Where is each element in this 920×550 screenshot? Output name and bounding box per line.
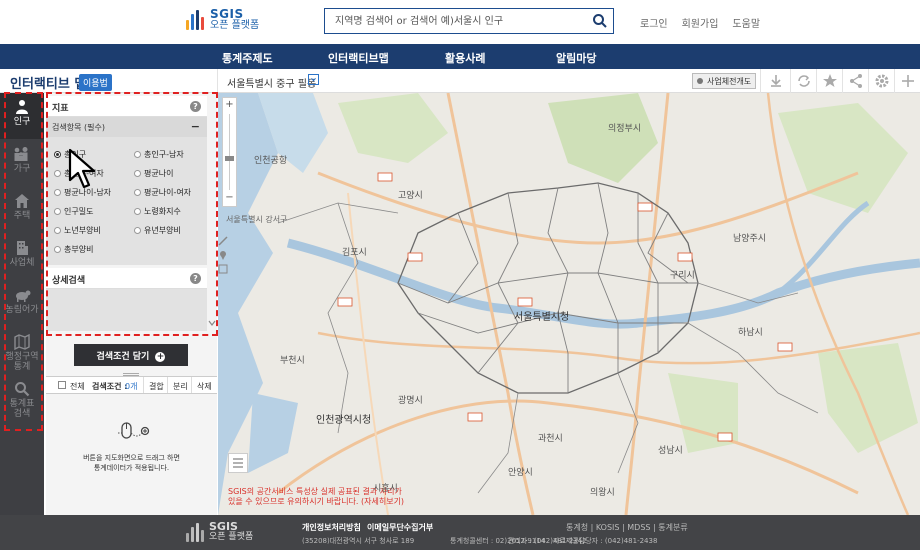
select-all-label: 전체 [70, 382, 85, 391]
place-label: 광명시 [398, 396, 423, 406]
location-label: 서울특별시 중구 필동 [227, 79, 317, 90]
empty-line-2: 통계데이터가 적용됩니다. [93, 464, 170, 472]
email-policy-link[interactable]: 이메일무단수집거부 [367, 522, 433, 533]
signup-link[interactable]: 회원가입 [682, 15, 719, 30]
highlight-box-panel [46, 92, 218, 336]
page-title: 인터랙티브 맵 [10, 77, 87, 92]
sgis-logo[interactable]: SGIS 오픈 플랫폼 [186, 7, 260, 31]
map-graphics [218, 93, 920, 515]
add-condition-label: 검색조건 담기 [96, 352, 150, 362]
footer-logo-sub: 오픈 플랫폼 [209, 532, 254, 542]
zoom-track [229, 114, 230, 190]
plus-icon: + [155, 352, 166, 362]
place-label: 시흥시 [373, 484, 398, 494]
add-condition-button[interactable]: 검색조건 담기 + [74, 344, 188, 366]
place-label: 성남시 [658, 446, 683, 456]
logo-sub-text: 오픈 플랫폼 [210, 20, 260, 31]
condition-count: 0개 [125, 382, 138, 391]
place-label: 인천공항 [254, 156, 288, 166]
place-label: 과천시 [538, 434, 563, 444]
main-nav: 통계주제도 인터랙티브맵 활용사례 알림마당 [0, 44, 920, 69]
top-header: SGIS 오픈 플랫폼 로그인 회원가입 도움말 [0, 0, 920, 44]
nav-theme-map[interactable]: 통계주제도 [222, 50, 273, 66]
legend-button[interactable] [228, 453, 248, 473]
place-label: 구리시 [670, 271, 695, 281]
nav-interactive-map[interactable]: 인터랙티브맵 [328, 50, 389, 66]
business-map-label: 사업체전개도 [707, 77, 752, 86]
condition-label: 검색조건 : [92, 382, 128, 391]
shape-icon[interactable] [218, 264, 228, 274]
footer: SGIS 오픈 플랫폼 개인정보처리방침 이메일무단수집거부 (35208)대전… [0, 515, 920, 550]
place-label: 부천시 [280, 356, 305, 366]
share-icon[interactable] [846, 71, 866, 91]
footer-data-contact: 자료제공담당자 : (042)481-2438 [553, 537, 658, 545]
footer-logo-main: SGIS [209, 520, 238, 533]
zoom-out-button[interactable]: − [223, 192, 236, 203]
refresh-icon[interactable] [794, 71, 814, 91]
logo-bars-icon [186, 10, 204, 30]
search-input[interactable] [325, 9, 580, 33]
search-icon[interactable] [591, 12, 609, 30]
toggle-dot-icon [697, 78, 703, 84]
footer-address: (35208)대전광역시 서구 청사로 189 [302, 537, 415, 545]
list-icon [233, 458, 243, 468]
empty-line-1: 버튼을 지도화면으로 드래그 하면 [83, 454, 180, 462]
title-bar: 인터랙티브 맵 이용법 서울특별시 중구 필동 사업체전개도 [0, 69, 920, 93]
notice-line-2: 있을 수 있으므로 유의하시기 바랍니다. (자세히보기) [228, 497, 405, 506]
usage-guide-badge[interactable]: 이용법 [79, 74, 112, 91]
split-button[interactable]: 분리 [173, 381, 188, 392]
ruler-icon[interactable] [218, 236, 228, 246]
empty-state-text: 버튼을 지도화면으로 드래그 하면 통계데이터가 적용됩니다. [46, 453, 217, 473]
select-all-checkbox[interactable] [58, 381, 66, 389]
chevron-down-icon[interactable] [308, 74, 319, 85]
nav-notice[interactable]: 알림마당 [556, 50, 596, 66]
place-label: 서울특별시청 [514, 312, 570, 323]
download-icon[interactable] [766, 71, 786, 91]
marker-icon[interactable] [218, 250, 228, 260]
zoom-control: + − [222, 97, 237, 207]
footer-related-links[interactable]: 통계청 | KOSIS | MDSS | 통계분류 [566, 522, 688, 533]
gear-icon[interactable] [872, 71, 892, 91]
logo-bars-icon [186, 522, 204, 542]
zoom-slider-handle[interactable] [225, 156, 234, 161]
footer-logo: SGIS 오픈 플랫폼 [186, 521, 253, 543]
current-area-label: 서울특별시 강서구 [226, 215, 288, 224]
plus-icon[interactable] [898, 71, 918, 91]
zoom-in-button[interactable]: + [223, 99, 236, 110]
logo-main-text: SGIS [210, 7, 244, 21]
mouse-drag-icon [118, 422, 150, 439]
nav-use-cases[interactable]: 활용사례 [445, 50, 485, 66]
privacy-policy-link[interactable]: 개인정보처리방침 [302, 522, 361, 533]
delete-button[interactable]: 삭제 [197, 381, 212, 392]
highlight-box-sidebar [4, 92, 43, 431]
map-canvas[interactable]: + − 서울특별시 강서구 SGIS의 공간서비스 특성상 실제 공표된 결과 … [218, 93, 920, 515]
search-box [324, 8, 614, 34]
place-label: 안양시 [508, 468, 533, 478]
star-icon[interactable] [820, 71, 840, 91]
place-label: 의정부시 [608, 124, 642, 134]
place-label: 의왕시 [590, 488, 615, 498]
help-link[interactable]: 도움말 [732, 15, 760, 30]
merge-button[interactable]: 결합 [149, 381, 164, 392]
place-label: 김포시 [342, 248, 367, 258]
business-map-button[interactable]: 사업체전개도 [692, 73, 757, 89]
condition-toolbar: 전체 검색조건 : 0개 결합 분리 삭제 [46, 376, 217, 394]
login-link[interactable]: 로그인 [640, 15, 668, 30]
place-label: 고양시 [398, 191, 423, 201]
place-label: 남양주시 [733, 234, 767, 244]
place-label: 하남시 [738, 328, 763, 338]
place-label: 인천광역시청 [316, 415, 372, 426]
